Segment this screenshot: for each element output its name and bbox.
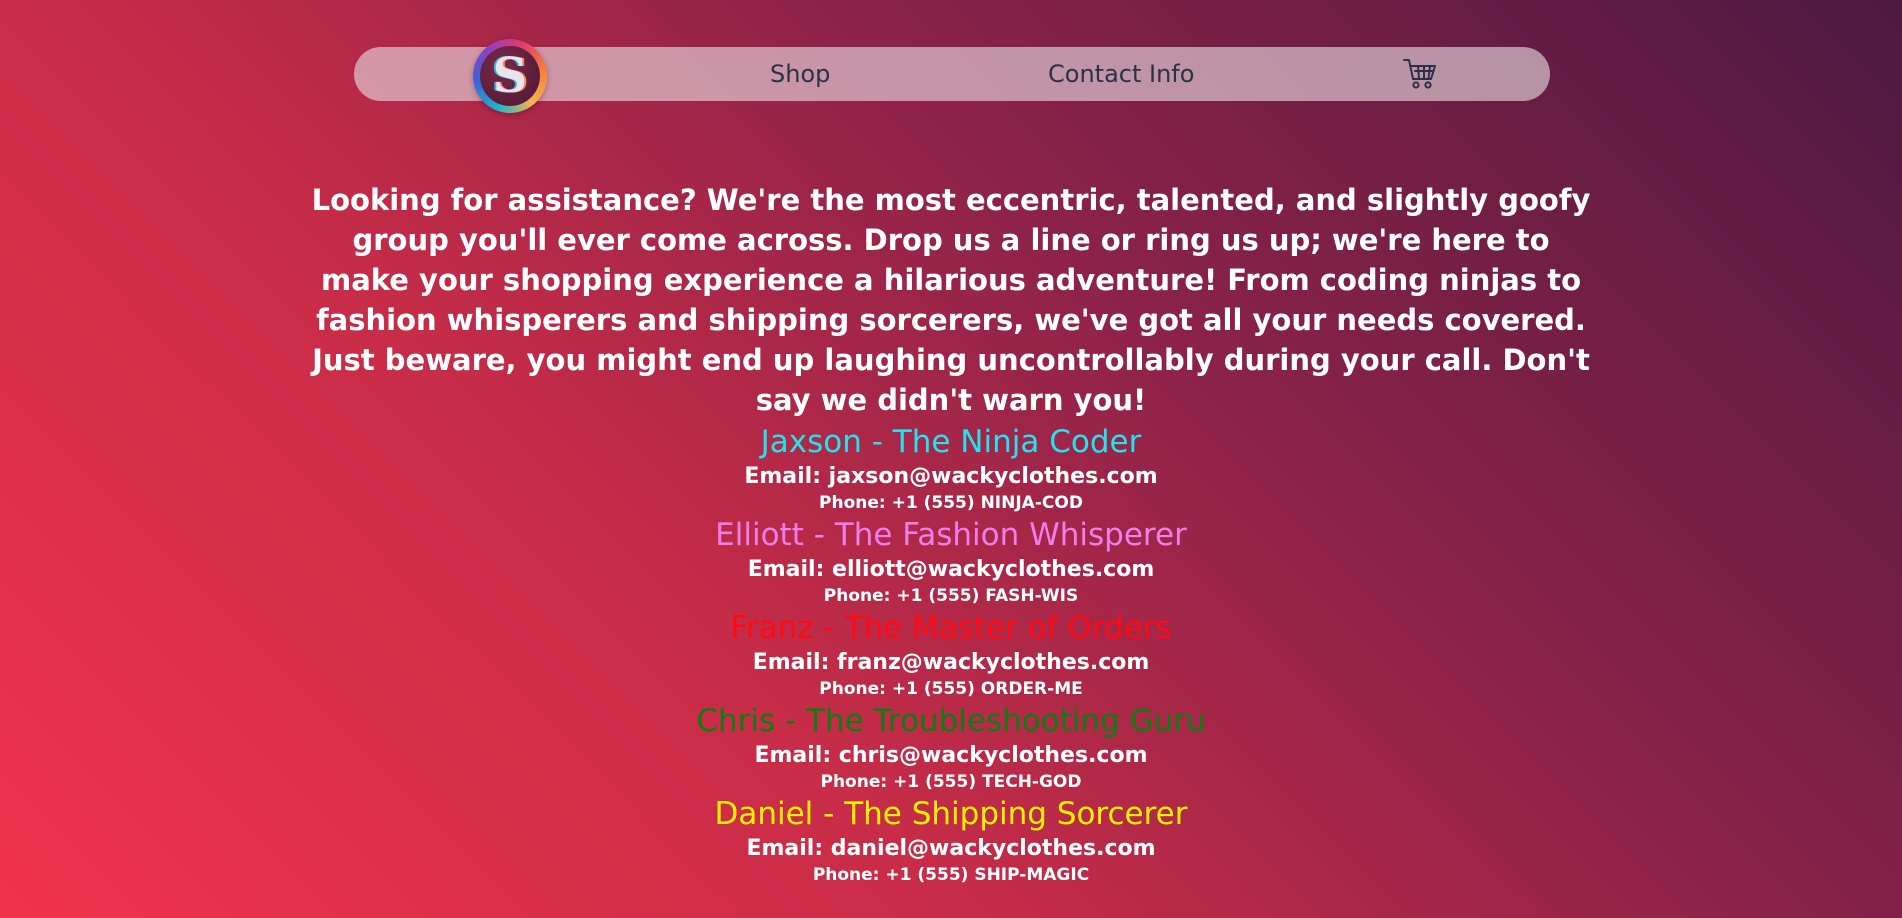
contact-phone: Phone: +1 (555) NINJA-COD [819, 493, 1083, 513]
contact-name: Franz - The Master of Orders [730, 610, 1172, 646]
contact-card: Franz - The Master of Orders Email: fran… [0, 609, 1902, 702]
nav-shop-link[interactable]: Shop [770, 47, 830, 101]
nav-contact-info-link[interactable]: Contact Info [1048, 47, 1194, 101]
s-logo-icon[interactable]: S [473, 39, 547, 113]
contact-list: Jaxson - The Ninja Coder Email: jaxson@w… [0, 423, 1902, 888]
contact-email: Email: franz@wackyclothes.com [752, 650, 1150, 675]
contact-card: Daniel - The Shipping Sorcerer Email: da… [0, 795, 1902, 888]
contact-phone: Phone: +1 (555) TECH-GOD [820, 772, 1082, 792]
contact-card: Chris - The Troubleshooting Guru Email: … [0, 702, 1902, 795]
contact-card: Jaxson - The Ninja Coder Email: jaxson@w… [0, 423, 1902, 516]
contact-phone: Phone: +1 (555) ORDER-ME [819, 679, 1083, 699]
contact-name: Daniel - The Shipping Sorcerer [714, 796, 1188, 832]
shopping-cart-icon[interactable] [1402, 57, 1438, 91]
contact-name: Jaxson - The Ninja Coder [760, 424, 1142, 460]
contact-email: Email: jaxson@wackyclothes.com [744, 464, 1158, 489]
contact-name: Chris - The Troubleshooting Guru [696, 703, 1206, 739]
contact-phone: Phone: +1 (555) FASH-WIS [823, 586, 1079, 606]
contact-name: Elliott - The Fashion Whisperer [715, 517, 1187, 553]
logo-letter-s: S [492, 48, 528, 104]
contact-email: Email: daniel@wackyclothes.com [746, 836, 1156, 861]
contact-card: Elliott - The Fashion Whisperer Email: e… [0, 516, 1902, 609]
top-nav-bar: S Shop Contact Info [354, 39, 1550, 113]
logo-inner: S [480, 46, 540, 106]
contact-email: Email: elliott@wackyclothes.com [747, 557, 1155, 582]
contact-email: Email: chris@wackyclothes.com [754, 743, 1148, 768]
intro-paragraph: Looking for assistance? We're the most e… [311, 183, 1591, 417]
contact-phone: Phone: +1 (555) SHIP-MAGIC [812, 865, 1090, 885]
